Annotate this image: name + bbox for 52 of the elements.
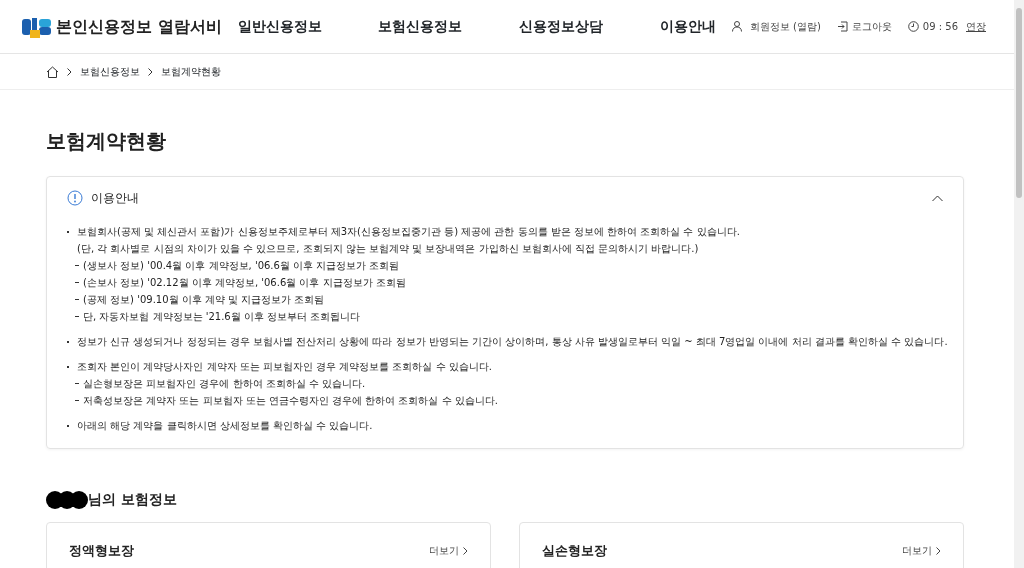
dash-mark [75,400,79,401]
notice-text: 조회자 본인이 계약당사자인 계약자 또는 피보험자인 경우 계약정보를 조회하실 수 있습니다. [77,360,492,374]
nav-link[interactable]: 신용정보상담 [519,16,604,37]
page-title: 보험계약현황 [46,128,167,155]
notice-subtext: (공제 정보) '09.10월 이후 계약 및 지급정보가 조회됨 [83,293,325,307]
breadcrumb-link[interactable]: 보험계약현황 [161,64,221,79]
notice-subtext: (생보사 정보) '00.4월 이후 계약정보, '06.6월 이후 지급정보가 조회됨 [83,259,400,273]
bullet-mark [67,366,69,368]
bullet-mark [67,231,69,233]
user-icon [731,21,742,32]
collapse-toggle[interactable] [932,194,943,202]
chevron-right-icon [936,546,941,555]
breadcrumb-link[interactable]: 보험신용정보 [80,64,140,79]
dash-mark [75,282,79,283]
notice-subtext: 단, 자동차보험 계약정보는 '21.6월 이후 정보부터 조회됩니다 [83,310,361,324]
nav-link[interactable]: 일반신용정보 [237,16,322,37]
bullet-mark [67,341,69,343]
nav-link[interactable]: 이용안내 [659,16,716,37]
chevron-right-icon [67,67,72,76]
dash-mark [75,383,79,384]
member-info-link[interactable]: 회원정보 (열람) [749,19,821,34]
notice-text: 아래의 해당 계약을 클릭하시면 상세정보를 확인하실 수 있습니다. [77,419,373,433]
dash-mark [75,316,79,317]
session-timer: 09 : 56 [922,20,958,34]
scrollbar-thumb[interactable] [1016,8,1022,198]
logo-icon [22,15,52,38]
notice-subtext: (손보사 정보) '02.12월 이후 계약정보, '06.6월 이후 지급정보가 조회됨 [83,276,406,290]
clock-icon [907,21,919,32]
dash-mark [75,265,79,266]
info-icon [67,190,83,206]
notice-note: (단, 각 회사별로 시점의 차이가 있을 수 있으므로, 조회되지 않는 보험계약 및 보장내역은 가입하신 보험회사에 직접 문의하시기 바랍니다.) [77,242,700,256]
notice-title: 이용안내 [91,190,140,207]
chevron-right-icon [463,546,468,555]
more-link[interactable]: 더보기 [902,543,941,559]
bullet-mark [67,425,69,427]
notice-text: 보험회사(공제 및 체신관서 포함)가 신용정보주체로부터 제3자(신용정보집중기관 등) 제공에 관한 동의를 받은 정보에 한하여 조회하실 수 있습니다. [77,225,740,239]
more-link[interactable]: 더보기 [429,543,468,559]
card-title: 실손형보장 [542,542,607,560]
chevron-right-icon [148,67,153,76]
redaction-mark [46,490,88,509]
site-title[interactable]: 본인신용정보 열람서비 [56,14,222,39]
dash-mark [75,299,79,300]
nav-link[interactable]: 보험신용정보 [378,16,463,37]
section-title: 님의 보험정보 [88,490,177,509]
home-icon[interactable] [46,65,59,78]
extend-link[interactable]: 연장 [966,19,986,34]
notice-subtext: 저축성보장은 계약자 또는 피보험자 또는 연금수령자인 경우에 한하여 조회하실 수 있습니다. [83,394,498,408]
logout-link[interactable]: 로그아웃 [851,19,892,34]
notice-text: 정보가 신규 생성되거나 정정되는 경우 보험사별 전산처리 상황에 따라 정보가 반영되는 기간이 상이하며, 통상 사유 발생일로부터 익일 ~ 최대 7영업일 이내에 처리 결과를 확인하실 수 있습니다. [77,335,948,349]
logout-icon [836,21,848,32]
card-title: 정액형보장 [69,542,134,560]
notice-subtext: 실손형보장은 피보험자인 경우에 한하여 조회하실 수 있습니다. [83,377,366,391]
